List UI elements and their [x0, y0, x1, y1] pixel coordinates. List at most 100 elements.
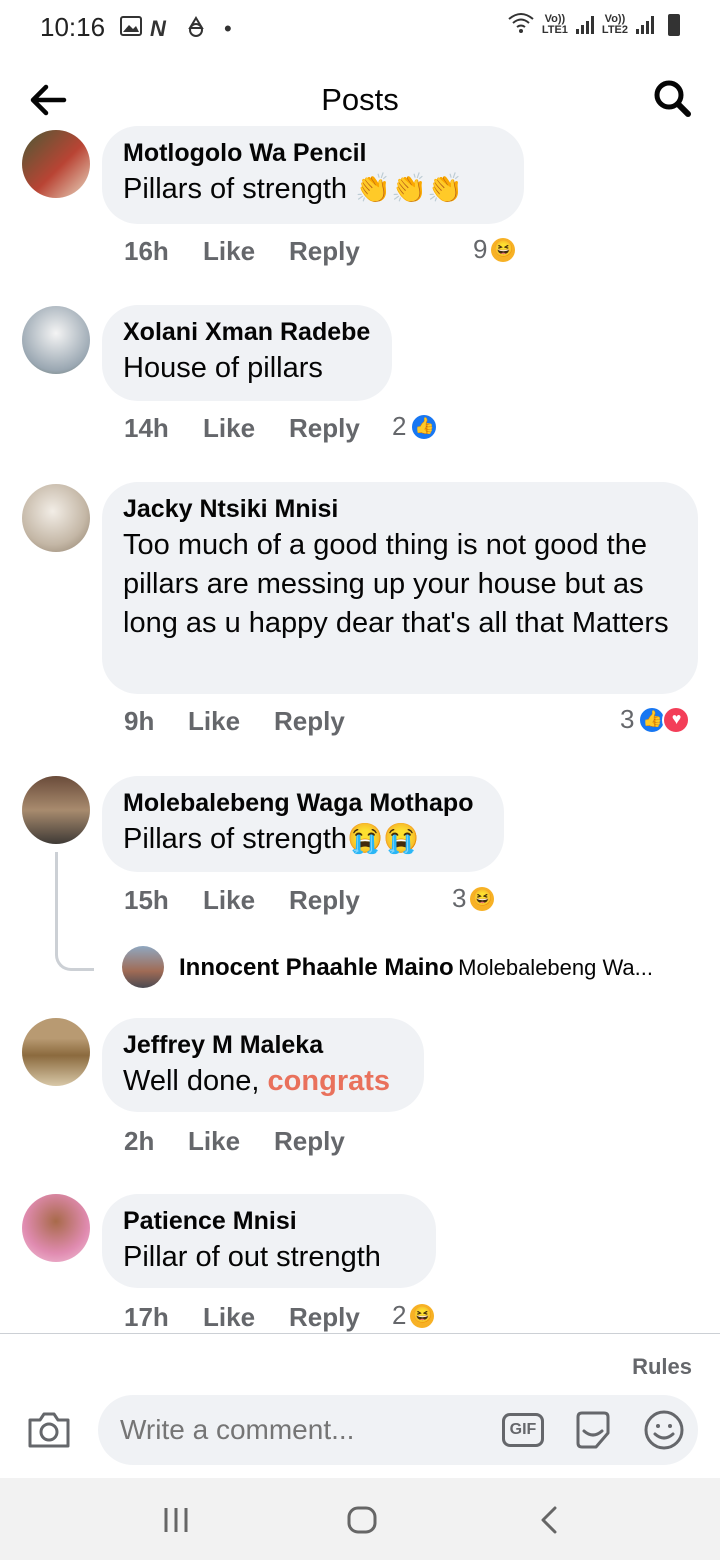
comment-time: 17h [124, 1302, 169, 1332]
reaction-count[interactable]: 2 😆 [392, 1300, 435, 1331]
comment-author[interactable]: Xolani Xman Radebe [123, 315, 372, 349]
comment-author[interactable]: Molebalebeng Waga Mothapo [123, 786, 484, 820]
comment-author[interactable]: Jeffrey M Maleka [123, 1028, 404, 1062]
comment-text: Pillars of strength😭😭 [123, 823, 420, 855]
wifi-icon [508, 12, 534, 37]
reply-author: Innocent Phaahle Maino [179, 954, 454, 981]
like-reaction-icon: 👍 [410, 412, 439, 441]
comment-author[interactable]: Jacky Ntsiki Mnisi [123, 492, 678, 526]
comment-time: 16h [124, 236, 169, 266]
recent-apps-icon[interactable] [156, 1500, 196, 1540]
rules-link[interactable]: Rules [632, 1354, 692, 1380]
reply-button[interactable]: Reply [289, 885, 360, 916]
haha-icon: 😆 [470, 886, 495, 911]
comment-text: Well done, congrats [123, 1062, 404, 1101]
comment-text: Too much of a good thing is not good the… [123, 529, 669, 639]
reaction-count[interactable]: 3 😆 [452, 883, 495, 914]
love-reaction-icon: ♥ [662, 705, 691, 734]
comment-actions: 16h Like Reply [124, 236, 424, 270]
gif-button[interactable]: GIF [502, 1413, 544, 1447]
comment-actions: 14h Like Reply [124, 413, 384, 447]
reaction-number: 2 [392, 411, 407, 441]
camera-icon[interactable] [26, 1410, 72, 1450]
comment-time: 15h [124, 885, 169, 915]
composer-divider [0, 1333, 720, 1334]
emoji-icon[interactable] [642, 1408, 686, 1452]
comment-actions: 9h Like Reply [124, 706, 384, 740]
comment: Jeffrey M Maleka Well done, congrats 2h … [0, 1018, 720, 1168]
back-icon[interactable] [530, 1500, 570, 1540]
comment-bubble: Jeffrey M Maleka Well done, congrats [102, 1018, 424, 1112]
comment-bubble: Xolani Xman Radebe House of pillars [102, 305, 392, 401]
avatar[interactable] [22, 1018, 90, 1086]
reply-preview-text: Innocent Phaahle Maino Molebalebeng Wa..… [179, 954, 653, 982]
sim2-label: Vo)) LTE2 [601, 12, 628, 36]
reply-button[interactable]: Reply [289, 413, 360, 444]
battery-icon [668, 13, 680, 36]
comment-actions: 17h Like Reply [124, 1302, 384, 1332]
reply-button[interactable]: Reply [274, 706, 345, 737]
haha-icon: 😆 [491, 237, 516, 262]
comment-actions: 15h Like Reply [124, 885, 384, 919]
like-button[interactable]: Like [203, 885, 255, 916]
reaction-number: 9 [473, 234, 488, 264]
avatar[interactable] [122, 946, 164, 988]
sticker-icon[interactable] [572, 1409, 614, 1451]
reply-snippet: Molebalebeng Wa... [458, 955, 654, 980]
signal-icon [575, 15, 594, 34]
reaction-number: 3 [620, 704, 635, 734]
reaction-count[interactable]: 9 😆 [473, 234, 516, 265]
reply-button[interactable]: Reply [274, 1126, 345, 1157]
reply-preview[interactable]: Innocent Phaahle Maino Molebalebeng Wa..… [122, 946, 702, 990]
reaction-count[interactable]: 2 👍 [392, 411, 439, 442]
status-bar: 10:16 N • Vo)) LTE1 Vo)) LTE2 [0, 0, 720, 56]
sim1-label: Vo)) LTE1 [541, 12, 568, 36]
comment: Patience Mnisi Pillar of out strength 17… [0, 1194, 720, 1332]
comment-author[interactable]: Motlogolo Wa Pencil [123, 136, 504, 170]
comment-text: Pillars of strength 👏👏👏 [123, 173, 464, 205]
gallery-icon [120, 16, 142, 42]
comment: Xolani Xman Radebe House of pillars 14h … [0, 304, 720, 454]
like-button[interactable]: Like [203, 236, 255, 267]
haha-icon: 😆 [410, 1303, 435, 1328]
like-button[interactable]: Like [188, 1126, 240, 1157]
comment-composer: GIF [98, 1395, 698, 1465]
recycle-icon [184, 16, 208, 44]
reply-button[interactable]: Reply [289, 1302, 360, 1332]
avatar[interactable] [22, 130, 90, 198]
comment: Molebalebeng Waga Mothapo Pillars of str… [0, 776, 720, 926]
system-navigation-bar [0, 1478, 720, 1560]
home-icon[interactable] [342, 1500, 382, 1540]
reaction-count[interactable]: 3 👍 ♥ [620, 704, 691, 735]
comment-input[interactable] [118, 1409, 482, 1451]
reaction-number: 2 [392, 1300, 407, 1330]
comment-bubble: Molebalebeng Waga Mothapo Pillars of str… [102, 776, 504, 872]
congrats-link[interactable]: congrats [268, 1065, 390, 1097]
comment-author[interactable]: Patience Mnisi [123, 1204, 416, 1238]
comment-text: House of pillars [123, 352, 323, 384]
comment-text: Pillar of out strength [123, 1241, 381, 1273]
avatar[interactable] [22, 776, 90, 844]
dot-icon: • [224, 16, 232, 41]
comment-text-prefix: Well done, [123, 1065, 268, 1097]
comment-bubble: Jacky Ntsiki Mnisi Too much of a good th… [102, 482, 698, 694]
status-right-icons: Vo)) LTE1 Vo)) LTE2 [508, 12, 680, 37]
status-time: 10:16 [40, 12, 106, 42]
signal-icon [636, 15, 654, 34]
n-icon: N [150, 16, 166, 41]
comment-time: 2h [124, 1126, 155, 1156]
comment-time: 14h [124, 413, 169, 443]
avatar[interactable] [22, 306, 90, 374]
page-title: Posts [321, 82, 399, 117]
like-button[interactable]: Like [188, 706, 240, 737]
like-button[interactable]: Like [203, 1302, 255, 1332]
search-icon[interactable] [650, 76, 694, 120]
reaction-number: 3 [452, 883, 467, 913]
comment-actions: 2h Like Reply [124, 1126, 384, 1160]
avatar[interactable] [22, 1194, 90, 1262]
reply-button[interactable]: Reply [289, 236, 360, 267]
like-button[interactable]: Like [203, 413, 255, 444]
comment: Jacky Ntsiki Mnisi Too much of a good th… [0, 482, 720, 752]
avatar[interactable] [22, 484, 90, 552]
comment-bubble: Motlogolo Wa Pencil Pillars of strength … [102, 126, 524, 224]
